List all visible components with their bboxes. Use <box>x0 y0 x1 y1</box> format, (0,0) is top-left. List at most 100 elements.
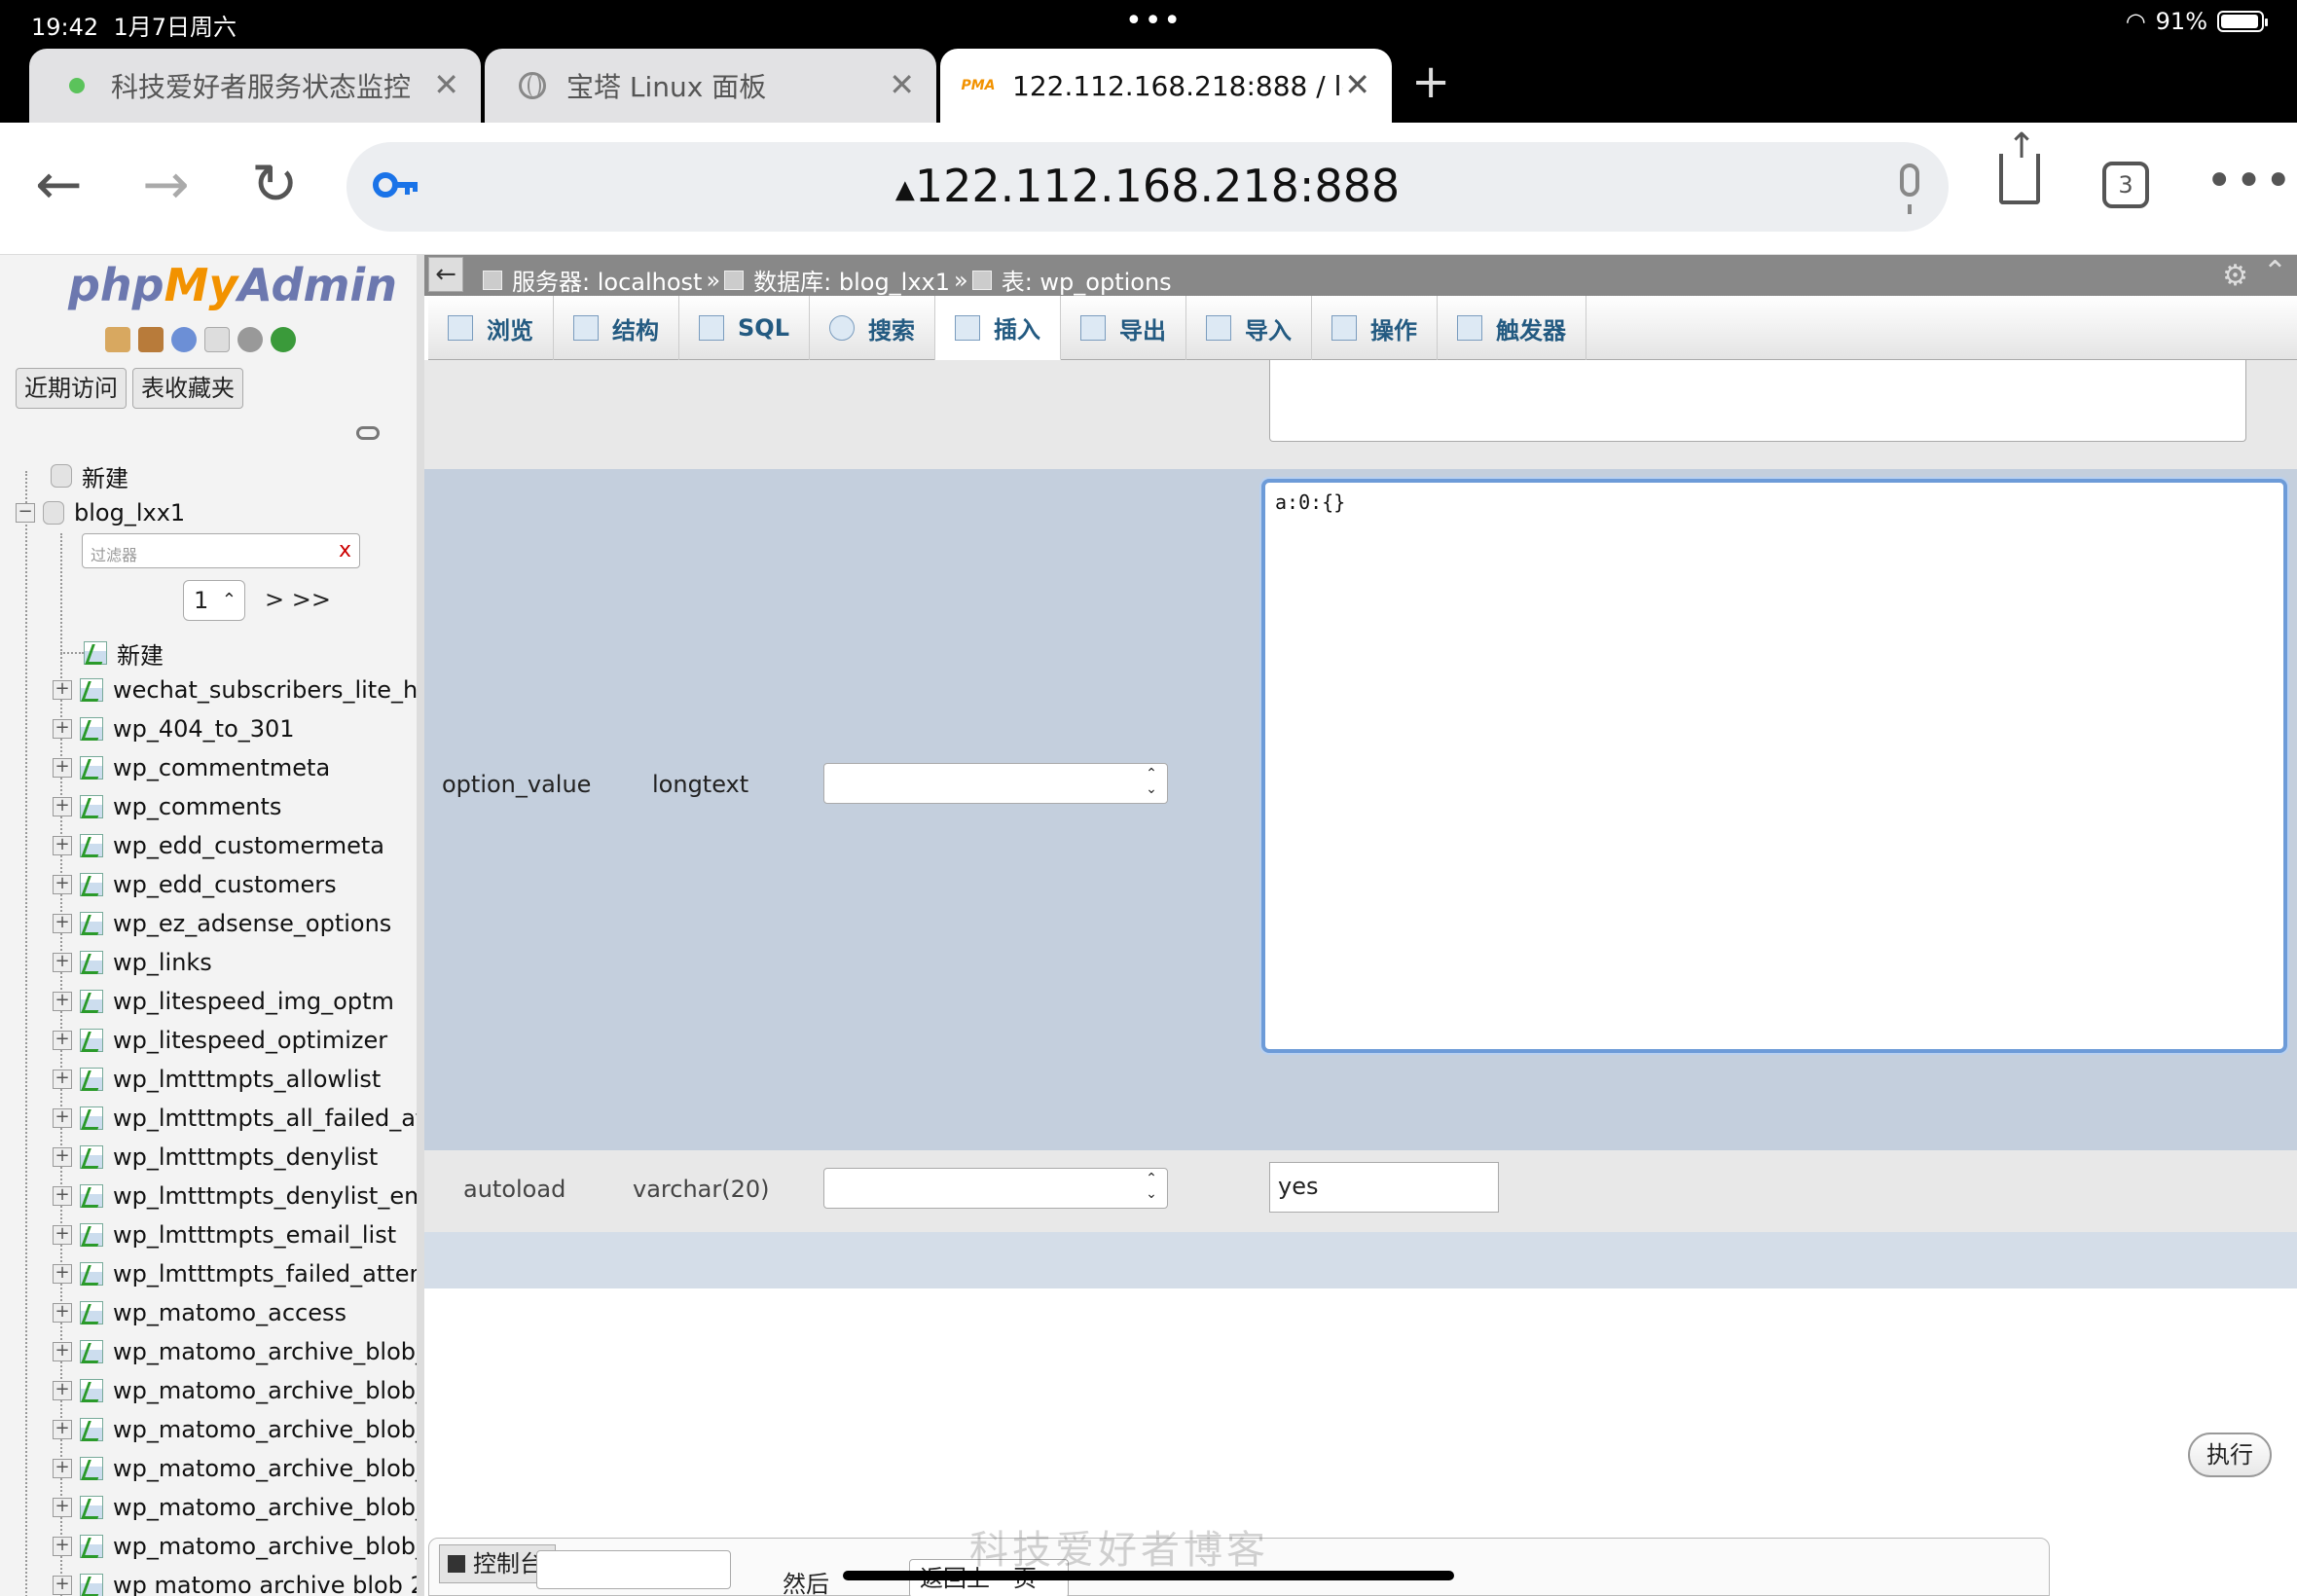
tab-search[interactable]: 搜索 <box>810 296 935 360</box>
microphone-icon[interactable] <box>1900 163 1919 214</box>
table-list-item[interactable]: + wp_matomo_archive_blob_2( <box>53 1528 417 1565</box>
table-name[interactable]: wp_commentmeta <box>113 754 330 781</box>
tab-sql[interactable]: SQL <box>679 296 810 360</box>
table-name[interactable]: wp matomo archive blob 2( <box>113 1572 417 1596</box>
table-list-item[interactable]: + wp_matomo_archive_blob_2( <box>53 1489 417 1526</box>
expand-icon[interactable]: + <box>53 1381 72 1400</box>
refresh-icon[interactable] <box>271 327 296 352</box>
function-select[interactable] <box>823 1168 1168 1209</box>
table-name[interactable]: wp_lmtttmpts_denylist <box>113 1143 378 1171</box>
table-name[interactable]: wp_lmtttmpts_denylist_emai <box>113 1182 417 1210</box>
table-list-item[interactable]: + wp_matomo_archive_blob_2( <box>53 1333 417 1370</box>
table-list-item[interactable]: + wp matomo archive blob 2( <box>53 1567 417 1596</box>
table-list-item[interactable]: + wp_edd_customermeta <box>53 827 384 864</box>
table-list-item[interactable]: + wp_litespeed_optimizer <box>53 1022 387 1059</box>
table-name[interactable]: wp_litespeed_optimizer <box>113 1027 387 1054</box>
tree-new-table[interactable]: 新建 <box>60 635 164 671</box>
table-name[interactable]: wp_comments <box>113 793 281 820</box>
page-select[interactable]: 1 <box>183 580 245 621</box>
value-input[interactable]: yes <box>1269 1162 1499 1213</box>
table-name[interactable]: wp_litespeed_img_optm <box>113 988 394 1015</box>
back-arrow-icon[interactable]: ← <box>35 150 83 218</box>
close-icon[interactable]: ✕ <box>1344 66 1370 103</box>
table-name[interactable]: wp_matomo_archive_blob_2( <box>113 1455 417 1482</box>
table-list-item[interactable]: + wechat_subscribers_lite_hist <box>53 671 417 708</box>
table-name[interactable]: wp_404_to_301 <box>113 715 295 743</box>
table-name[interactable]: wp_links <box>113 949 212 976</box>
share-icon[interactable] <box>1999 127 2040 204</box>
expand-icon[interactable]: + <box>53 1498 72 1517</box>
tab-import[interactable]: 导入 <box>1186 296 1312 360</box>
collapse-icon[interactable]: ⌃ <box>2263 255 2287 289</box>
breadcrumb-table[interactable]: 表: wp_options <box>1002 263 1172 297</box>
table-list-item[interactable]: + wp_404_to_301 <box>53 710 295 747</box>
expand-icon[interactable]: + <box>53 1108 72 1128</box>
expand-icon[interactable]: + <box>53 875 72 894</box>
table-list-item[interactable]: + wp_ez_adsense_options <box>53 905 391 942</box>
table-name[interactable]: wp_lmtttmpts_email_list <box>113 1221 396 1249</box>
expand-icon[interactable]: + <box>53 953 72 972</box>
table-list-item[interactable]: + wp_matomo_archive_blob_2( <box>53 1450 417 1487</box>
table-name[interactable]: wp_lmtttmpts_failed_attemp <box>113 1260 417 1288</box>
tab-export[interactable]: 导出 <box>1061 296 1186 360</box>
expand-icon[interactable]: + <box>53 1186 72 1206</box>
value-textarea[interactable] <box>1269 360 2246 442</box>
breadcrumb-server[interactable]: 服务器: localhost <box>512 263 702 297</box>
expand-icon[interactable]: + <box>53 1459 72 1478</box>
docs-icon[interactable] <box>204 327 230 352</box>
tab-structure[interactable]: 结构 <box>554 296 679 360</box>
expand-icon[interactable]: + <box>53 680 72 700</box>
expand-icon[interactable]: + <box>53 758 72 778</box>
expand-icon[interactable]: + <box>53 992 72 1011</box>
expand-icon[interactable]: + <box>53 1342 72 1361</box>
home-icon[interactable] <box>105 327 130 352</box>
table-name[interactable]: wp_ez_adsense_options <box>113 910 391 937</box>
table-list-item[interactable]: + wp_lmtttmpts_denylist_emai <box>53 1178 417 1215</box>
table-list-item[interactable]: + wp_commentmeta <box>53 749 330 786</box>
link-icon[interactable] <box>356 426 380 440</box>
expand-icon[interactable]: + <box>53 1264 72 1284</box>
new-tab-plus-icon[interactable]: + <box>1411 54 1450 109</box>
close-icon[interactable]: ✕ <box>433 66 459 103</box>
value-textarea[interactable]: a:0:{} <box>1261 479 2287 1053</box>
expand-icon[interactable]: + <box>53 719 72 739</box>
expand-icon[interactable]: + <box>53 1303 72 1323</box>
page-next-link[interactable]: > >> <box>265 586 331 613</box>
table-list-item[interactable]: + wp_lmtttmpts_all_failed_atte <box>53 1100 417 1137</box>
table-list-item[interactable]: + wp_litespeed_img_optm <box>53 983 394 1020</box>
tab-operations[interactable]: 操作 <box>1312 296 1438 360</box>
reload-icon[interactable]: ↻ <box>251 150 299 218</box>
recent-button[interactable]: 近期访问 <box>16 368 127 409</box>
table-list-item[interactable]: + wp_edd_customers <box>53 866 337 903</box>
collapse-icon[interactable]: − <box>16 503 35 523</box>
table-list-item[interactable]: + wp_matomo_archive_blob_2( <box>53 1411 417 1448</box>
favorites-button[interactable]: 表收藏夹 <box>132 368 243 409</box>
collapse-nav-arrow-icon[interactable]: ← <box>428 257 463 292</box>
table-name[interactable]: wp_lmtttmpts_all_failed_atte <box>113 1105 417 1132</box>
table-name[interactable]: wp_matomo_archive_blob_2( <box>113 1533 417 1560</box>
table-name[interactable]: wp_matomo_archive_blob_2( <box>113 1338 417 1365</box>
expand-icon[interactable]: + <box>53 1225 72 1245</box>
expand-icon[interactable]: + <box>53 1031 72 1050</box>
settings-gear-icon[interactable] <box>237 327 263 352</box>
breadcrumb-database[interactable]: 数据库: blog_lxx1 <box>753 263 950 297</box>
execute-button[interactable]: 执行 <box>2188 1433 2272 1477</box>
phpmyadmin-logo[interactable]: phpMyAdmin <box>68 259 397 311</box>
table-name[interactable]: wp_edd_customers <box>113 871 337 898</box>
table-list-item[interactable]: + wp_matomo_access <box>53 1294 346 1331</box>
logout-icon[interactable] <box>138 327 164 352</box>
table-name[interactable]: wechat_subscribers_lite_hist <box>113 676 417 704</box>
function-select[interactable] <box>823 763 1168 804</box>
table-list-item[interactable]: + wp_lmtttmpts_denylist <box>53 1139 378 1176</box>
table-list-item[interactable]: + wp_links <box>53 944 212 981</box>
table-name[interactable]: wp_matomo_access <box>113 1299 346 1326</box>
settings-gear-icon[interactable]: ⚙ <box>2222 259 2248 293</box>
table-name[interactable]: wp_edd_customermeta <box>113 832 384 859</box>
address-bar[interactable]: ▲122.112.168.218:888 <box>346 142 1949 232</box>
browser-tab-1[interactable]: 科技爱好者服务状态监控 ✕ <box>29 49 481 123</box>
tab-browse[interactable]: 浏览 <box>428 296 554 360</box>
tab-insert[interactable]: 插入 <box>934 296 1061 360</box>
table-name[interactable]: wp_matomo_archive_blob_2( <box>113 1377 417 1404</box>
clear-filter-icon[interactable]: x <box>339 538 351 562</box>
table-list-item[interactable]: + wp_lmtttmpts_allowlist <box>53 1061 381 1098</box>
